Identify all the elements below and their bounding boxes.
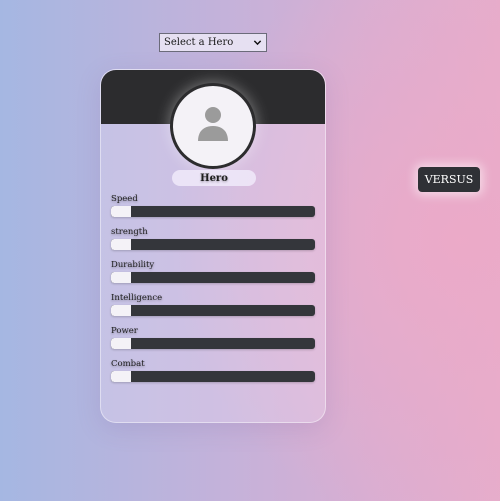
user-silhouette-icon: [196, 105, 230, 147]
stat-bar: [111, 239, 315, 250]
stat-label: strength: [111, 227, 148, 237]
stat-label: Durability: [111, 260, 155, 270]
hero-name: Hero: [172, 170, 256, 186]
stat-bar: [111, 272, 315, 283]
stat-bar-fill: [111, 239, 132, 250]
stat-bar-fill: [111, 305, 132, 316]
stat-combat: Combat: [111, 359, 315, 392]
hero-card: Hero Speed strength Durability Intellige…: [100, 69, 326, 423]
stat-durability: Durability: [111, 260, 315, 293]
stats-list: Speed strength Durability Intelligence P…: [111, 194, 315, 392]
hero-select[interactable]: Select a Hero: [159, 33, 267, 52]
stat-bar-fill: [111, 272, 132, 283]
stat-bar: [111, 338, 315, 349]
avatar: [173, 86, 253, 166]
stat-intelligence: Intelligence: [111, 293, 315, 326]
stat-power: Power: [111, 326, 315, 359]
stat-bar-fill: [111, 371, 132, 382]
hero-select-value: Select a Hero: [164, 37, 234, 48]
stat-speed: Speed: [111, 194, 315, 227]
stat-bar-fill: [111, 206, 132, 217]
stat-label: Combat: [111, 359, 145, 369]
stat-bar-fill: [111, 338, 132, 349]
stat-strength: strength: [111, 227, 315, 260]
stat-bar: [111, 206, 315, 217]
stat-bar: [111, 305, 315, 316]
stat-label: Speed: [111, 194, 138, 204]
versus-button[interactable]: VERSUS: [418, 167, 480, 192]
chevron-down-icon: [253, 38, 262, 47]
stat-label: Intelligence: [111, 293, 163, 303]
stat-label: Power: [111, 326, 138, 336]
stat-bar: [111, 371, 315, 382]
